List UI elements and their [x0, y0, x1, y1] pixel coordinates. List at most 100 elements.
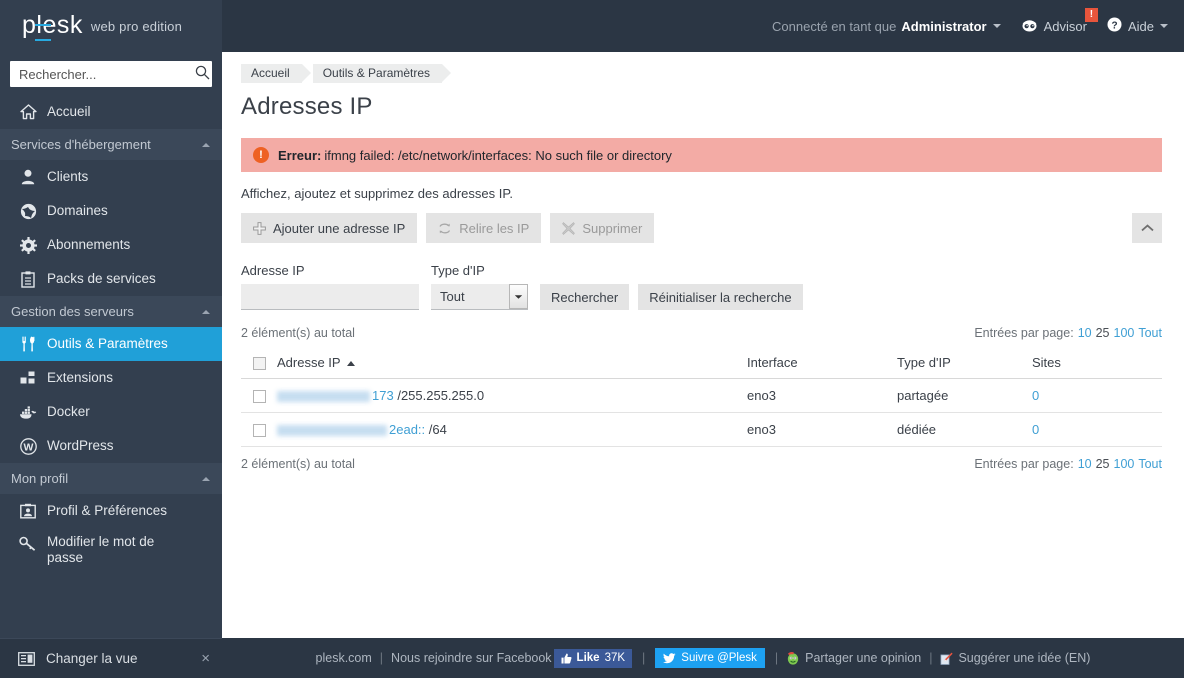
suggest-idea-link[interactable]: Suggérer une idée (EN)	[940, 651, 1090, 665]
sidebar-item-profil-preferences[interactable]: Profil & Préférences	[0, 494, 222, 528]
sites-link[interactable]: 0	[1032, 422, 1039, 437]
close-icon[interactable]: ×	[201, 650, 210, 667]
tools-icon	[18, 335, 38, 353]
chevron-up-icon	[1140, 221, 1154, 236]
search-icon[interactable]	[195, 65, 210, 83]
per-page-100[interactable]: 100	[1114, 326, 1135, 340]
footer-separator-3: |	[774, 651, 779, 665]
filter-ip-input[interactable]	[241, 284, 419, 310]
sidebar-item-modifier-mot-de-passe[interactable]: Modifier le mot de passe	[0, 528, 222, 572]
reset-search-button[interactable]: Réinitialiser la recherche	[638, 284, 803, 310]
row-interface: eno3	[747, 412, 897, 448]
twitter-follow-button[interactable]: Suivre @Plesk	[655, 648, 765, 668]
select-all-header[interactable]	[241, 348, 277, 380]
sidebar-group-hosting[interactable]: Services d'hébergement	[0, 129, 222, 160]
sidebar-item-extensions[interactable]: Extensions	[0, 361, 222, 395]
per-page-10-bottom[interactable]: 10	[1078, 457, 1092, 471]
plus-icon	[253, 221, 266, 235]
chevron-down-icon[interactable]	[992, 24, 1001, 28]
chevron-down-icon[interactable]	[509, 284, 528, 309]
table-row[interactable]: 2ead:: /64 eno3 dédiée 0	[241, 412, 1162, 448]
share-opinion-label[interactable]: Partager une opinion	[805, 651, 921, 665]
pen-note-icon	[940, 652, 954, 665]
select-all-checkbox[interactable]	[253, 357, 266, 371]
ip-suffix[interactable]: 2ead::	[389, 422, 425, 437]
remove-button[interactable]: Supprimer	[550, 213, 655, 243]
column-header-sites[interactable]: Sites	[1032, 348, 1162, 380]
share-opinion-link[interactable]: Partager une opinion	[786, 651, 921, 665]
table-row[interactable]: 173 /255.255.255.0 eno3 partagée 0	[241, 378, 1162, 414]
sort-ascending-icon[interactable]	[346, 361, 355, 367]
row-checkbox[interactable]	[253, 424, 266, 438]
reread-ip-button[interactable]: Relire les IP	[426, 213, 542, 243]
per-page-tout-bottom[interactable]: Tout	[1138, 457, 1162, 471]
sidebar-item-accueil[interactable]: Accueil	[0, 95, 222, 129]
sidebar-item-clients[interactable]: Clients	[0, 160, 222, 194]
footer-separator-4: |	[929, 651, 933, 665]
sidebar-item-label: Modifier le mot de passe	[47, 534, 155, 565]
advisor-menu[interactable]: Advisor !	[1021, 7, 1098, 35]
globe-icon	[18, 202, 38, 220]
chevron-up-icon[interactable]	[202, 142, 210, 147]
ip-netmask: /255.255.255.0	[397, 388, 485, 404]
sidebar-item-outils-parametres[interactable]: Outils & Paramètres	[0, 327, 222, 361]
sidebar-item-label: Extensions	[47, 370, 114, 385]
admin-name[interactable]: Administrator	[901, 19, 986, 34]
sidebar-item-label: Accueil	[47, 104, 91, 119]
error-icon: !	[253, 147, 269, 163]
chevron-down-icon-help[interactable]	[1160, 24, 1168, 28]
logo-area[interactable]: plesk web pro edition	[0, 0, 222, 52]
sidebar-item-domaines[interactable]: Domaines	[0, 194, 222, 228]
per-page-tout[interactable]: Tout	[1138, 326, 1162, 340]
sidebar-group-servers[interactable]: Gestion des serveurs	[0, 296, 222, 327]
footer: plesk.com | Nous rejoindre sur Facebook …	[222, 638, 1184, 678]
add-ip-button[interactable]: Ajouter une adresse IP	[241, 213, 418, 243]
sidebar-item-packs-de-services[interactable]: Packs de services	[0, 262, 222, 296]
per-page-label: Entrées par page:	[974, 326, 1074, 340]
column-header-type[interactable]: Type d'IP	[897, 348, 1032, 380]
breadcrumb-item-outils[interactable]: Outils & Paramètres	[312, 64, 452, 83]
filter-type-select[interactable]: Tout	[431, 284, 528, 310]
error-banner: ! Erreur: ifmng failed: /etc/network/int…	[241, 138, 1162, 172]
twitter-label: Suivre @Plesk	[681, 652, 757, 664]
row-checkbox[interactable]	[253, 390, 266, 404]
sidebar-item-docker[interactable]: Docker	[0, 395, 222, 429]
chevron-up-icon[interactable]	[202, 476, 210, 481]
sidebar: Accueil Services d'hébergement Clients D…	[0, 52, 222, 678]
row-select-cell[interactable]	[241, 412, 277, 448]
row-type: dédiée	[897, 412, 1032, 448]
ip-suffix[interactable]: 173	[372, 388, 394, 403]
sidebar-group-profile[interactable]: Mon profil	[0, 463, 222, 494]
sidebar-item-abonnements[interactable]: Abonnements	[0, 228, 222, 262]
facebook-like-button[interactable]: Like 37K	[553, 648, 633, 668]
svg-text:?: ?	[1111, 20, 1117, 31]
filter-ip-group: Adresse IP	[241, 263, 419, 310]
per-page-10[interactable]: 10	[1078, 326, 1092, 340]
collapse-panel-button[interactable]	[1132, 213, 1162, 243]
reread-ip-label: Relire les IP	[459, 220, 530, 236]
row-select-cell[interactable]	[241, 378, 277, 414]
chevron-up-icon[interactable]	[202, 309, 210, 314]
error-message: ifmng failed: /etc/network/interfaces: N…	[324, 147, 672, 163]
row-sites: 0	[1032, 412, 1162, 448]
search-box[interactable]	[10, 61, 212, 87]
suggest-idea-label[interactable]: Suggérer une idée (EN)	[958, 651, 1090, 665]
search-button[interactable]: Rechercher	[540, 284, 630, 310]
footer-plesk-link[interactable]: plesk.com	[316, 651, 372, 665]
footer-facebook-text[interactable]: Nous rejoindre sur Facebook	[391, 651, 552, 665]
per-page-100-bottom[interactable]: 100	[1114, 457, 1135, 471]
sites-link[interactable]: 0	[1032, 388, 1039, 403]
help-menu[interactable]: ? Aide	[1107, 17, 1168, 35]
breadcrumb-item-accueil[interactable]: Accueil	[241, 64, 311, 83]
column-header-ip[interactable]: Adresse IP	[277, 348, 747, 380]
per-page-25[interactable]: 25	[1096, 326, 1110, 340]
profile-icon	[18, 502, 38, 520]
search-input[interactable]	[19, 66, 195, 82]
per-page-25-bottom[interactable]: 25	[1096, 457, 1110, 471]
change-view-label: Changer la vue	[46, 651, 138, 666]
sidebar-item-wordpress[interactable]: W WordPress	[0, 429, 222, 463]
column-header-interface[interactable]: Interface	[747, 348, 897, 380]
gear-icon	[18, 236, 38, 254]
change-view-button[interactable]: Changer la vue ×	[0, 638, 222, 678]
advisor-icon	[1021, 18, 1044, 35]
